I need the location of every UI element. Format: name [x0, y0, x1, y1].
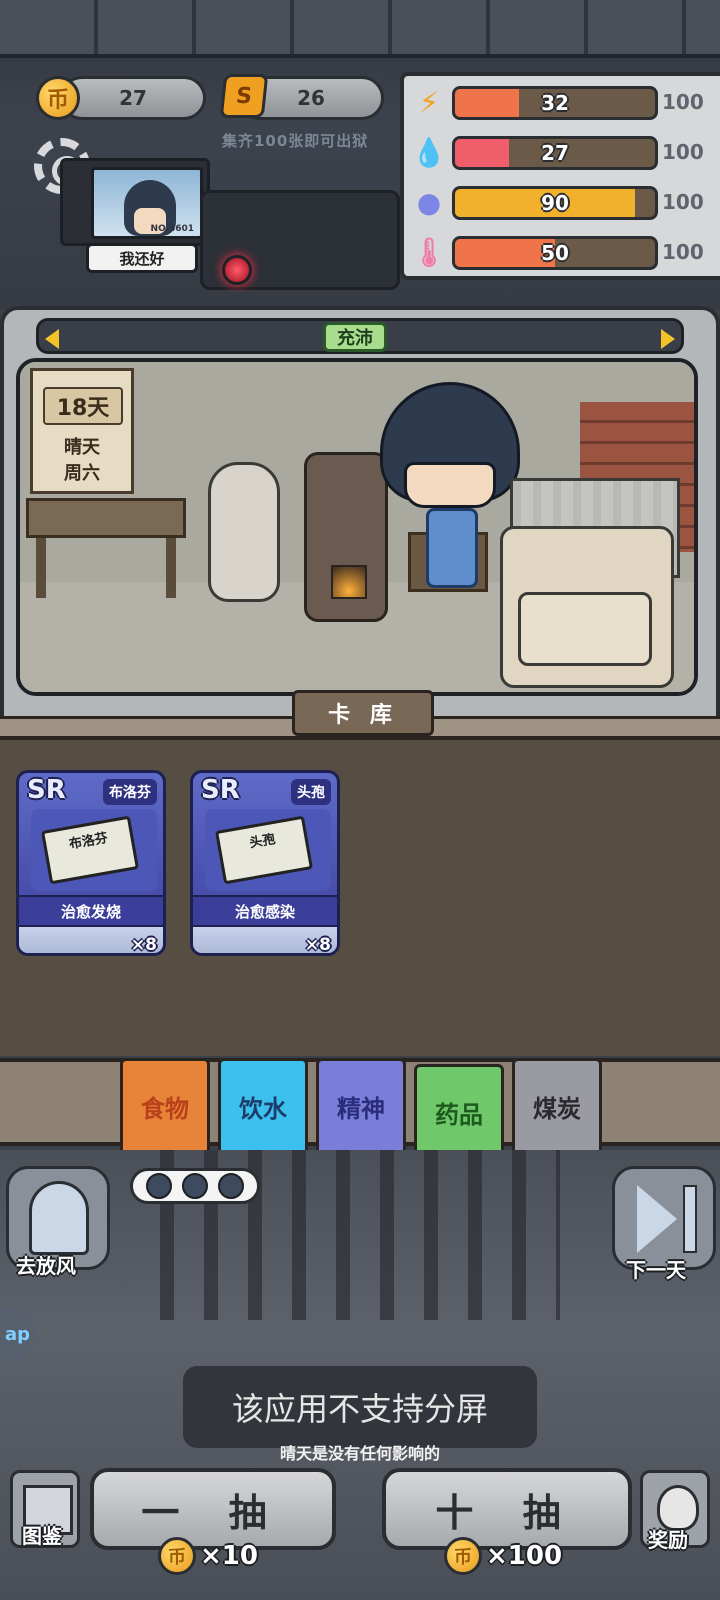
stat-energy: ⚡ 32 100 — [404, 80, 720, 124]
inmate-face-icon — [218, 1173, 244, 1199]
card-footer: ×8 — [19, 927, 163, 955]
calendar-day: 18天 — [43, 387, 123, 425]
next-day-label: 下一天 — [626, 1258, 686, 1282]
draw-one-cost-value: ×10 — [200, 1541, 258, 1571]
stat-mind: ● 90 100 — [404, 180, 720, 224]
lightning-icon: ⚡ — [419, 85, 439, 119]
next-icon — [637, 1185, 677, 1253]
card-count: ×8 — [130, 935, 157, 955]
energy-max: 100 — [662, 90, 704, 114]
prisoner-portrait[interactable]: NO.4601 — [60, 158, 210, 246]
portrait-serial: NO.4601 — [150, 224, 194, 234]
stat-temperature: 🌡 50 100 — [404, 230, 720, 274]
arrow-left-icon[interactable] — [45, 329, 59, 349]
card-effect: 治愈感染 — [193, 895, 337, 927]
prisoner-face — [404, 462, 496, 508]
card-rarity: SR — [27, 775, 66, 805]
coin-counter: 27 — [60, 76, 206, 120]
card-cephalosporin[interactable]: SR 头孢 头孢 治愈感染 ×8 — [190, 770, 340, 956]
inmates-bubble — [130, 1168, 260, 1204]
tab-water[interactable]: 饮水 — [218, 1058, 308, 1154]
table-leg — [36, 538, 46, 598]
card-art: 头孢 — [205, 809, 331, 891]
coin-icon: 币 — [444, 1537, 482, 1575]
draw-ten-cost: 币 ×100 — [444, 1534, 562, 1578]
s-card-icon: S — [219, 74, 269, 118]
card-store-tab[interactable]: 卡 库 — [292, 690, 434, 736]
room-state-tag: 充沛 — [323, 322, 387, 352]
scard-count: 26 — [297, 86, 325, 110]
go-out-label: 去放风 — [16, 1254, 76, 1278]
card-name: 布洛芬 — [103, 779, 157, 805]
temperature-value: 50 — [541, 241, 569, 265]
tab-food[interactable]: 食物 — [120, 1058, 210, 1154]
coin-count: 27 — [119, 86, 147, 110]
card-ibuprofen[interactable]: SR 布洛芬 布洛芬 治愈发烧 ×8 — [16, 770, 166, 956]
wooden-table — [26, 498, 186, 538]
calendar-weekday: 周六 — [64, 463, 100, 484]
coal-stove — [304, 452, 388, 622]
temperature-max: 100 — [662, 240, 704, 264]
split-screen-toast: 该应用不支持分屏 — [183, 1366, 537, 1448]
prison-cell-scene: 18天 晴天 周六 — [16, 358, 698, 696]
stat-water: 💧 27 100 — [404, 130, 720, 174]
next-bar-icon — [683, 1185, 697, 1253]
arrow-right-icon[interactable] — [661, 329, 675, 349]
medicine-box-icon: 头孢 — [214, 815, 314, 885]
water-value: 27 — [541, 141, 569, 165]
escape-hint: 集齐100张即可出狱 — [222, 132, 369, 150]
calendar[interactable]: 18天 晴天 周六 — [30, 368, 134, 494]
medicine-box-icon: 布洛芬 — [40, 815, 140, 885]
door-icon — [29, 1181, 89, 1255]
water-drop-icon: 💧 — [411, 135, 447, 169]
portrait-screen: NO.4601 — [91, 167, 203, 239]
card-count: ×8 — [304, 935, 331, 955]
handbook-label: 图鉴 — [22, 1524, 62, 1548]
water-max: 100 — [662, 140, 704, 164]
brain-icon: ● — [416, 185, 442, 219]
temperature-bar: 50 — [452, 236, 658, 270]
inmate-face-icon — [146, 1173, 172, 1199]
stove-fire — [331, 565, 367, 599]
tab-medicine[interactable]: 药品 — [414, 1064, 504, 1160]
calendar-weather: 晴天 — [64, 437, 100, 458]
tab-coal[interactable]: 煤炭 — [512, 1058, 602, 1154]
coin-icon: 币 — [36, 76, 80, 120]
card-art: 布洛芬 — [31, 809, 157, 891]
table-leg — [166, 538, 176, 598]
energy-bar: 32 — [452, 86, 658, 120]
ceiling — [0, 0, 720, 58]
energy-value: 32 — [541, 91, 569, 115]
mind-bar: 90 — [452, 186, 658, 220]
stats-panel: ⚡ 32 100 💧 27 100 ● 90 100 🌡 50 100 — [400, 72, 720, 280]
water-bar: 27 — [452, 136, 658, 170]
mind-max: 100 — [662, 190, 704, 214]
card-name: 头孢 — [291, 779, 331, 805]
card-rarity: SR — [201, 775, 240, 805]
tab-spirit[interactable]: 精神 — [316, 1058, 406, 1154]
card-effect: 治愈发烧 — [19, 895, 163, 927]
weather-tip: 晴天是没有任何影响的 — [279, 1444, 440, 1463]
coin-icon: 币 — [158, 1537, 196, 1575]
mind-value: 90 — [541, 191, 569, 215]
draw-ten-cost-value: ×100 — [486, 1541, 563, 1571]
inmate-face-icon — [182, 1173, 208, 1199]
prisoner-body — [426, 508, 478, 588]
reward-label: 奖励 — [648, 1528, 688, 1552]
pillow — [518, 592, 652, 666]
card-footer: ×8 — [193, 927, 337, 955]
prisoner-status: 我还好 — [86, 243, 198, 273]
red-alarm-light-icon — [222, 255, 252, 285]
toilet — [208, 462, 280, 602]
draw-one-cost: 币 ×10 — [158, 1534, 258, 1578]
thermometer-icon: 🌡 — [411, 235, 447, 269]
